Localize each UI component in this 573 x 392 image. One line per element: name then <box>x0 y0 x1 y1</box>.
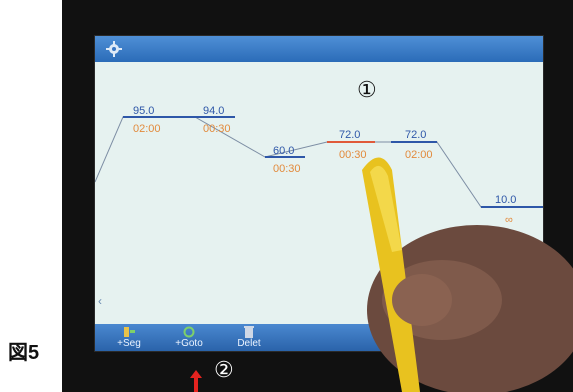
add-segment-label: +Seg <box>117 338 141 349</box>
device-bezel: 95.0 94.0 60.0 72.0 72.0 10.0 02:00 00:3… <box>62 0 573 392</box>
add-goto-label: +Goto <box>175 338 203 349</box>
top-bar <box>95 36 543 62</box>
scroll-left-arrow[interactable]: ‹ <box>98 294 102 308</box>
segment-3-temp: 60.0 <box>273 145 294 157</box>
add-goto-button[interactable]: +Goto <box>159 324 219 351</box>
marker-2: ② <box>214 357 234 382</box>
marker-1: ① <box>357 77 377 102</box>
trash-icon <box>244 326 254 338</box>
touch-screen: 95.0 94.0 60.0 72.0 72.0 10.0 02:00 00:3… <box>94 35 544 352</box>
gear-icon[interactable] <box>105 40 123 58</box>
segment-2-temp: 94.0 <box>203 105 224 117</box>
segment-4-time: 00:30 <box>339 149 367 161</box>
add-segment-button[interactable]: +Seg <box>99 324 159 351</box>
temperature-profile: 95.0 94.0 60.0 72.0 72.0 10.0 02:00 00:3… <box>95 77 543 226</box>
segment-1-time: 02:00 <box>133 123 161 135</box>
segment-5-time: 02:00 <box>405 149 433 161</box>
scroll-right-arrow[interactable]: › <box>535 294 539 308</box>
segment-1-temp: 95.0 <box>133 105 154 117</box>
red-pointer-arrow <box>190 370 202 392</box>
bottom-toolbar: +Seg +Goto Delet <box>95 324 543 351</box>
goto-icon <box>183 326 195 338</box>
add-segment-icon <box>124 327 135 337</box>
figure-label: 図5 <box>8 342 40 364</box>
delete-button[interactable]: Delet <box>219 324 279 351</box>
segment-5-temp: 72.0 <box>405 129 426 141</box>
segment-2-time: 00:30 <box>203 123 231 135</box>
delete-label: Delet <box>237 338 261 349</box>
segment-4-temp: 72.0 <box>339 129 360 141</box>
segment-3-time: 00:30 <box>273 163 301 175</box>
segment-6-time: ∞ <box>505 214 513 226</box>
segment-6-temp: 10.0 <box>495 194 516 206</box>
